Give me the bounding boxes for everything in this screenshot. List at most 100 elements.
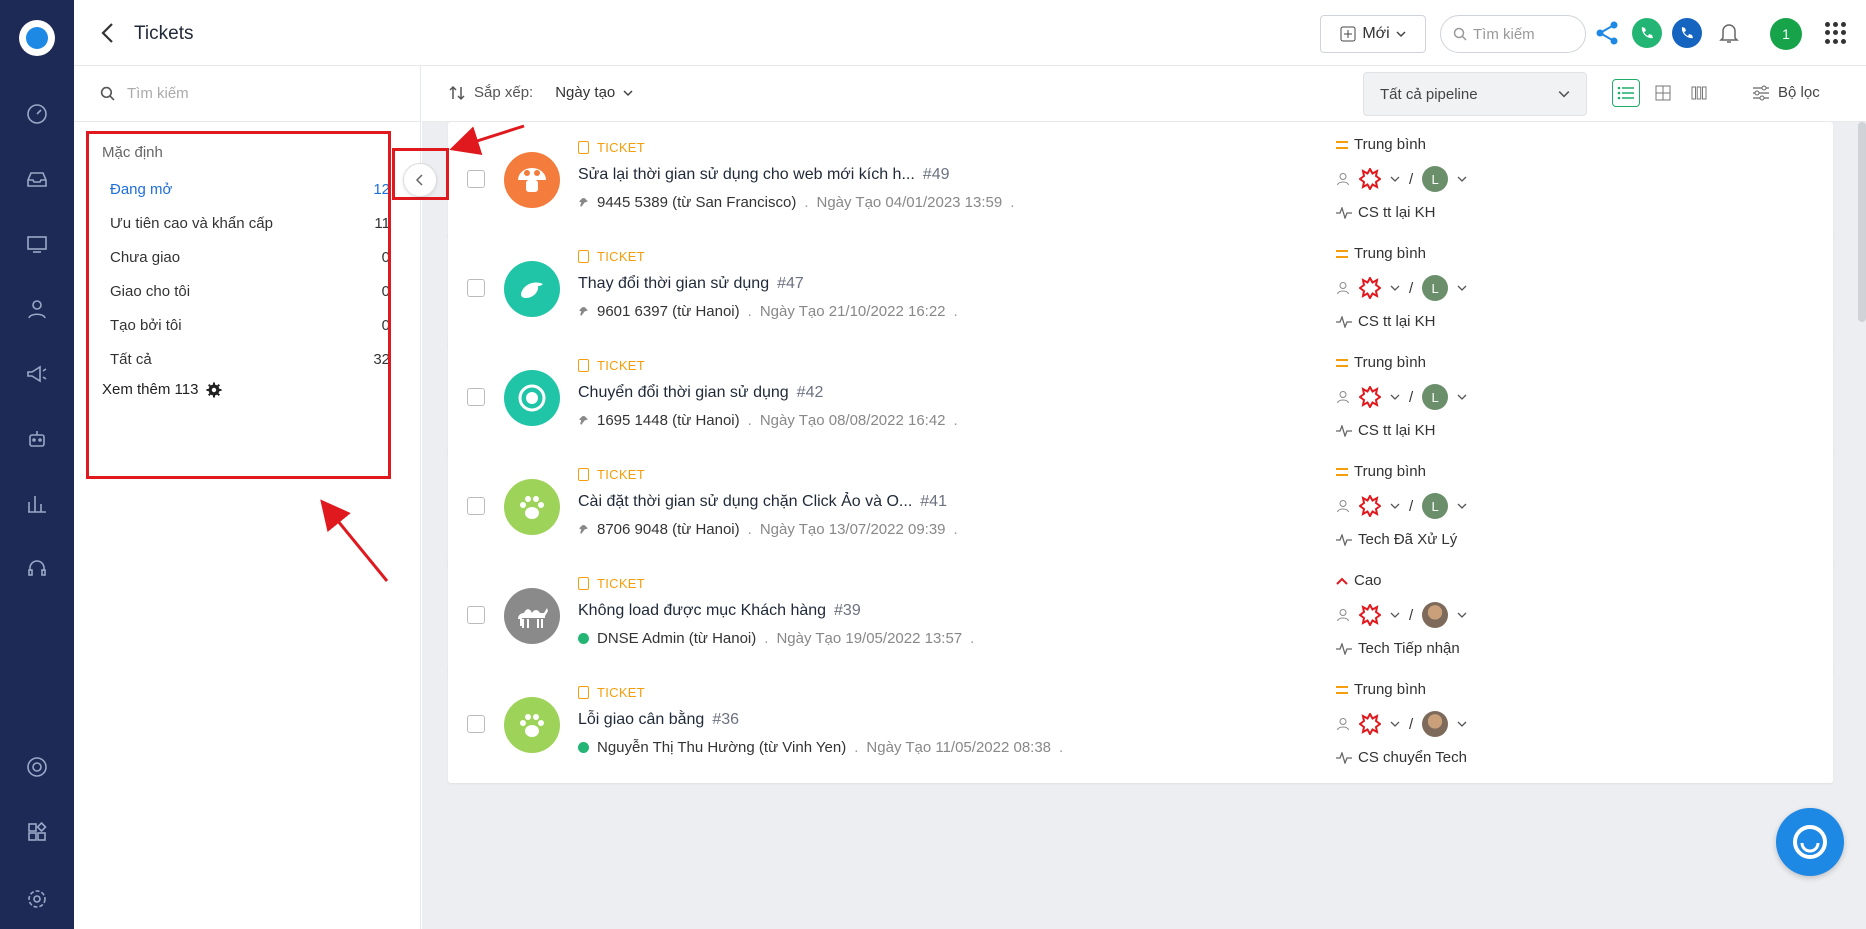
campaign-icon[interactable]	[22, 359, 52, 389]
chevron-down-icon[interactable]	[1457, 392, 1467, 402]
assignee-avatar[interactable]	[1422, 602, 1449, 628]
assignee-avatar[interactable]: L	[1422, 166, 1449, 192]
ticket-title-link[interactable]: Chuyển đổi thời gian sử dụng #42	[578, 384, 823, 402]
phone-blue-icon[interactable]	[1672, 18, 1702, 48]
assignee-avatar[interactable]	[1422, 711, 1449, 737]
view-item-tat-ca[interactable]: Tất cả 32	[110, 351, 390, 368]
team-badge-icon[interactable]	[1359, 604, 1381, 626]
ticket-priority[interactable]: Cao	[1336, 572, 1382, 589]
chevron-down-icon[interactable]	[1457, 719, 1467, 729]
ticket-card[interactable]: TICKET Sửa lại thời gian sử dụng cho web …	[448, 122, 1833, 238]
team-badge-icon[interactable]	[1359, 168, 1381, 190]
ticket-title-link[interactable]: Sửa lại thời gian sử dụng cho web mới kí…	[578, 166, 950, 184]
global-search-input[interactable]: Tìm kiếm	[1440, 15, 1586, 53]
view-item-uu-tien[interactable]: Ưu tiên cao và khẩn cấp 11	[110, 215, 390, 232]
ticket-checkbox[interactable]	[467, 388, 485, 406]
assignee-avatar[interactable]: L	[1422, 493, 1449, 519]
filter-button[interactable]: Bộ lọc	[1752, 84, 1820, 101]
ticket-priority[interactable]: Trung bình	[1336, 681, 1426, 698]
collapse-panel-button[interactable]	[403, 163, 437, 197]
team-badge-icon[interactable]	[1359, 495, 1381, 517]
ticket-priority[interactable]: Trung bình	[1336, 245, 1426, 262]
phone-green-icon[interactable]	[1632, 18, 1662, 48]
ticket-priority[interactable]: Trung bình	[1336, 136, 1426, 153]
share-icon[interactable]	[1592, 18, 1622, 48]
ticket-status[interactable]: CS tt lại KH	[1336, 204, 1436, 221]
dashboard-icon[interactable]	[22, 99, 52, 129]
view-search-input[interactable]: Tìm kiếm	[74, 66, 420, 122]
chevron-down-icon[interactable]	[1390, 501, 1400, 511]
chevron-down-icon[interactable]	[1390, 392, 1400, 402]
ticket-status[interactable]: Tech Tiếp nhận	[1336, 640, 1460, 657]
ticket-status[interactable]: CS tt lại KH	[1336, 313, 1436, 330]
assignee-avatar[interactable]: L	[1422, 384, 1449, 410]
app-grid-icon[interactable]	[1825, 22, 1847, 44]
chevron-down-icon[interactable]	[1457, 174, 1467, 184]
ticket-card[interactable]: TICKET Cài đặt thời gian sử dụng chặn Cli…	[448, 449, 1833, 565]
integrations-icon[interactable]	[22, 817, 52, 847]
pipeline-select[interactable]: Tất cả pipeline	[1363, 72, 1587, 116]
bell-icon[interactable]	[1714, 18, 1744, 48]
chevron-down-icon[interactable]	[1457, 610, 1467, 620]
ticket-checkbox[interactable]	[467, 715, 485, 733]
see-more-link[interactable]: Xem thêm 113	[102, 381, 222, 398]
ticket-checkbox[interactable]	[467, 279, 485, 297]
support-icon[interactable]	[22, 554, 52, 584]
ticket-title-link[interactable]: Cài đặt thời gian sử dụng chặn Click Ảo …	[578, 493, 947, 511]
settings-icon[interactable]	[22, 884, 52, 914]
chevron-down-icon[interactable]	[1457, 501, 1467, 511]
ticket-priority[interactable]: Trung bình	[1336, 354, 1426, 371]
ticket-priority[interactable]: Trung bình	[1336, 463, 1426, 480]
contact-icon[interactable]	[22, 294, 52, 324]
ticket-icon[interactable]	[22, 229, 52, 259]
ticket-checkbox[interactable]	[467, 606, 485, 624]
chevron-down-icon[interactable]	[1457, 283, 1467, 293]
ticket-status[interactable]: CS chuyển Tech	[1336, 749, 1467, 766]
chevron-down-icon[interactable]	[1390, 719, 1400, 729]
chevron-down-icon[interactable]	[1390, 283, 1400, 293]
new-button[interactable]: Mới	[1320, 15, 1426, 53]
gear-icon[interactable]	[206, 382, 222, 398]
ticket-card[interactable]: TICKET Không load được mục Khách hàng #39 D…	[448, 558, 1833, 674]
ticket-title-link[interactable]: Lỗi giao cân bằng #36	[578, 711, 739, 729]
ticket-status[interactable]: Tech Đã Xử Lý	[1336, 531, 1457, 548]
view-item-tao-boi-toi[interactable]: Tạo bởi tôi 0	[110, 317, 390, 334]
ticket-checkbox[interactable]	[467, 497, 485, 515]
ticket-contact[interactable]: Nguyễn Thị Thu Hường (từ Vinh Yen)	[597, 739, 846, 756]
ticket-checkbox[interactable]	[467, 170, 485, 188]
view-item-chua-giao[interactable]: Chưa giao 0	[110, 249, 390, 266]
radar-icon[interactable]	[22, 752, 52, 782]
ticket-title-link[interactable]: Thay đổi thời gian sử dụng #47	[578, 275, 804, 293]
chevron-down-icon[interactable]	[1390, 610, 1400, 620]
kanban-view-button[interactable]	[1685, 79, 1713, 107]
back-button[interactable]	[96, 20, 120, 46]
ticket-contact[interactable]: DNSE Admin (từ Hanoi)	[597, 630, 756, 647]
ticket-contact[interactable]: 9445 5389 (từ San Francisco)	[597, 194, 796, 211]
inbox-icon[interactable]	[22, 164, 52, 194]
ticket-card[interactable]: TICKET Chuyển đổi thời gian sử dụng #42 169…	[448, 340, 1833, 456]
chat-widget-button[interactable]	[1776, 808, 1844, 876]
list-view-button[interactable]	[1612, 79, 1640, 107]
team-badge-icon[interactable]	[1359, 713, 1381, 735]
team-badge-icon[interactable]	[1359, 386, 1381, 408]
view-item-giao-cho-toi[interactable]: Giao cho tôi 0	[110, 283, 390, 300]
ticket-card[interactable]: TICKET Lỗi giao cân bằng #36 Nguyễn Thị Thu…	[448, 667, 1833, 783]
ticket-contact[interactable]: 9601 6397 (từ Hanoi)	[597, 303, 740, 320]
report-icon[interactable]	[22, 489, 52, 519]
ticket-contact[interactable]: 1695 1448 (từ Hanoi)	[597, 412, 740, 429]
ticket-status[interactable]: CS tt lại KH	[1336, 422, 1436, 439]
sort-control[interactable]: Sắp xếp: Ngày tạo	[448, 84, 633, 101]
app-logo[interactable]	[19, 20, 55, 56]
team-badge-icon[interactable]	[1359, 277, 1381, 299]
user-avatar[interactable]: 1	[1770, 18, 1802, 50]
chevron-down-icon[interactable]	[1390, 174, 1400, 184]
assignee-avatar[interactable]: L	[1422, 275, 1449, 301]
ticket-card[interactable]: TICKET Thay đổi thời gian sử dụng #47 9601 …	[448, 231, 1833, 347]
list-scrollbar[interactable]	[1858, 122, 1866, 322]
ticket-contact[interactable]: 8706 9048 (từ Hanoi)	[597, 521, 740, 538]
view-item-dang-mo[interactable]: Đang mở 12	[110, 181, 390, 198]
ticket-title-link[interactable]: Không load được mục Khách hàng #39	[578, 602, 861, 620]
grid-view-button[interactable]	[1649, 79, 1677, 107]
bot-icon[interactable]	[22, 424, 52, 454]
sort-value-dropdown[interactable]: Ngày tạo	[555, 84, 633, 101]
